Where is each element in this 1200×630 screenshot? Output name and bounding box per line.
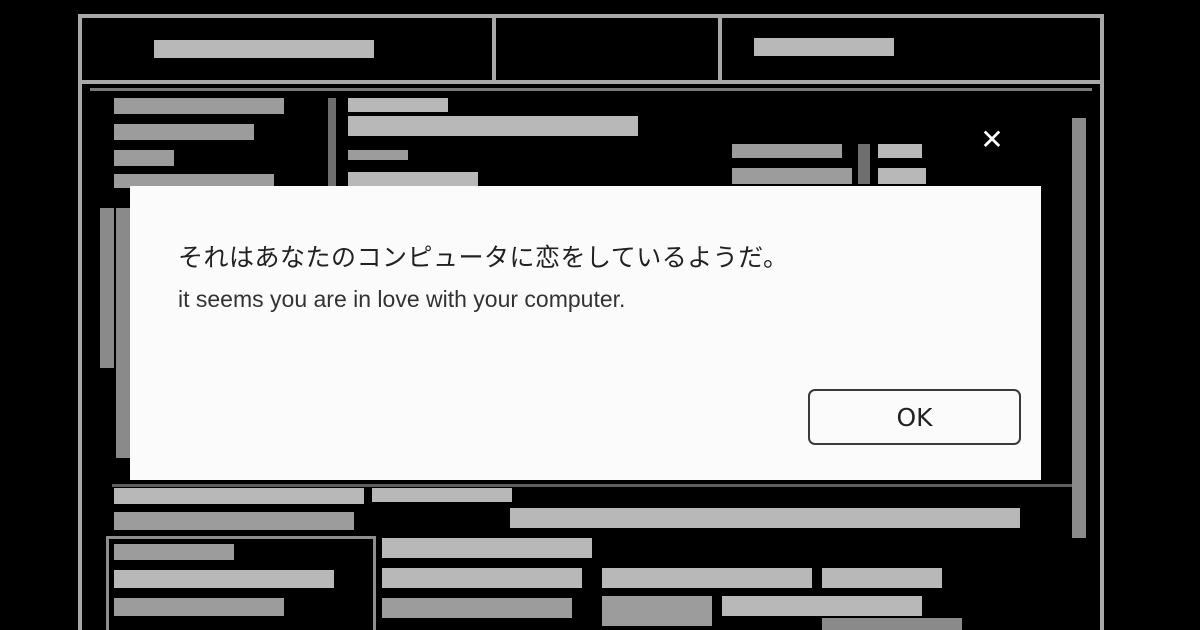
form-field-blur bbox=[878, 144, 922, 158]
form-field-blur bbox=[732, 144, 842, 158]
form-field-blur bbox=[858, 144, 870, 184]
header-blur-text bbox=[154, 40, 374, 58]
dialog-message-english: it seems you are in love with your compu… bbox=[178, 286, 626, 312]
form-field-blur bbox=[1072, 118, 1086, 538]
form-field-blur bbox=[348, 116, 638, 136]
form-field-blur bbox=[822, 618, 962, 630]
form-rule bbox=[112, 484, 1072, 487]
header-divider bbox=[718, 18, 722, 80]
form-field-blur bbox=[510, 508, 1020, 528]
dialog-message-japanese: それはあなたのコンピュータに恋をしているようだ。 bbox=[178, 243, 789, 272]
form-field-blur bbox=[602, 596, 712, 626]
ok-button[interactable]: OK bbox=[808, 389, 1021, 445]
form-field-blur bbox=[722, 596, 922, 616]
form-field-blur bbox=[328, 98, 336, 198]
screen: ✕ それはあなたのコンピュータに恋をしているようだ。 it seems you … bbox=[0, 0, 1200, 630]
form-field-blur bbox=[114, 598, 284, 616]
form-field-blur bbox=[114, 488, 364, 504]
form-field-blur bbox=[100, 208, 114, 368]
form-field-blur bbox=[114, 570, 334, 588]
form-field-blur bbox=[114, 544, 234, 560]
form-field-blur bbox=[602, 568, 812, 588]
form-field-blur bbox=[878, 168, 926, 184]
form-field-blur bbox=[348, 98, 448, 112]
form-field-blur bbox=[732, 168, 852, 184]
form-field-blur bbox=[382, 568, 582, 588]
alert-dialog: それはあなたのコンピュータに恋をしているようだ。 it seems you ar… bbox=[130, 186, 1041, 480]
form-field-blur bbox=[382, 538, 592, 558]
form-field-blur bbox=[372, 488, 512, 502]
header-divider bbox=[492, 18, 496, 80]
form-field-blur bbox=[114, 124, 254, 140]
form-field-blur bbox=[348, 150, 408, 160]
form-rule bbox=[90, 88, 1092, 91]
form-field-blur bbox=[116, 208, 130, 458]
form-field-blur bbox=[822, 568, 942, 588]
form-field-blur bbox=[114, 98, 284, 114]
form-field-blur bbox=[114, 150, 174, 166]
form-field-blur bbox=[114, 512, 354, 530]
close-icon[interactable]: ✕ bbox=[976, 124, 1008, 156]
header-blur-text bbox=[754, 38, 894, 56]
form-field-blur bbox=[382, 598, 572, 618]
background-form-header bbox=[82, 18, 1100, 84]
